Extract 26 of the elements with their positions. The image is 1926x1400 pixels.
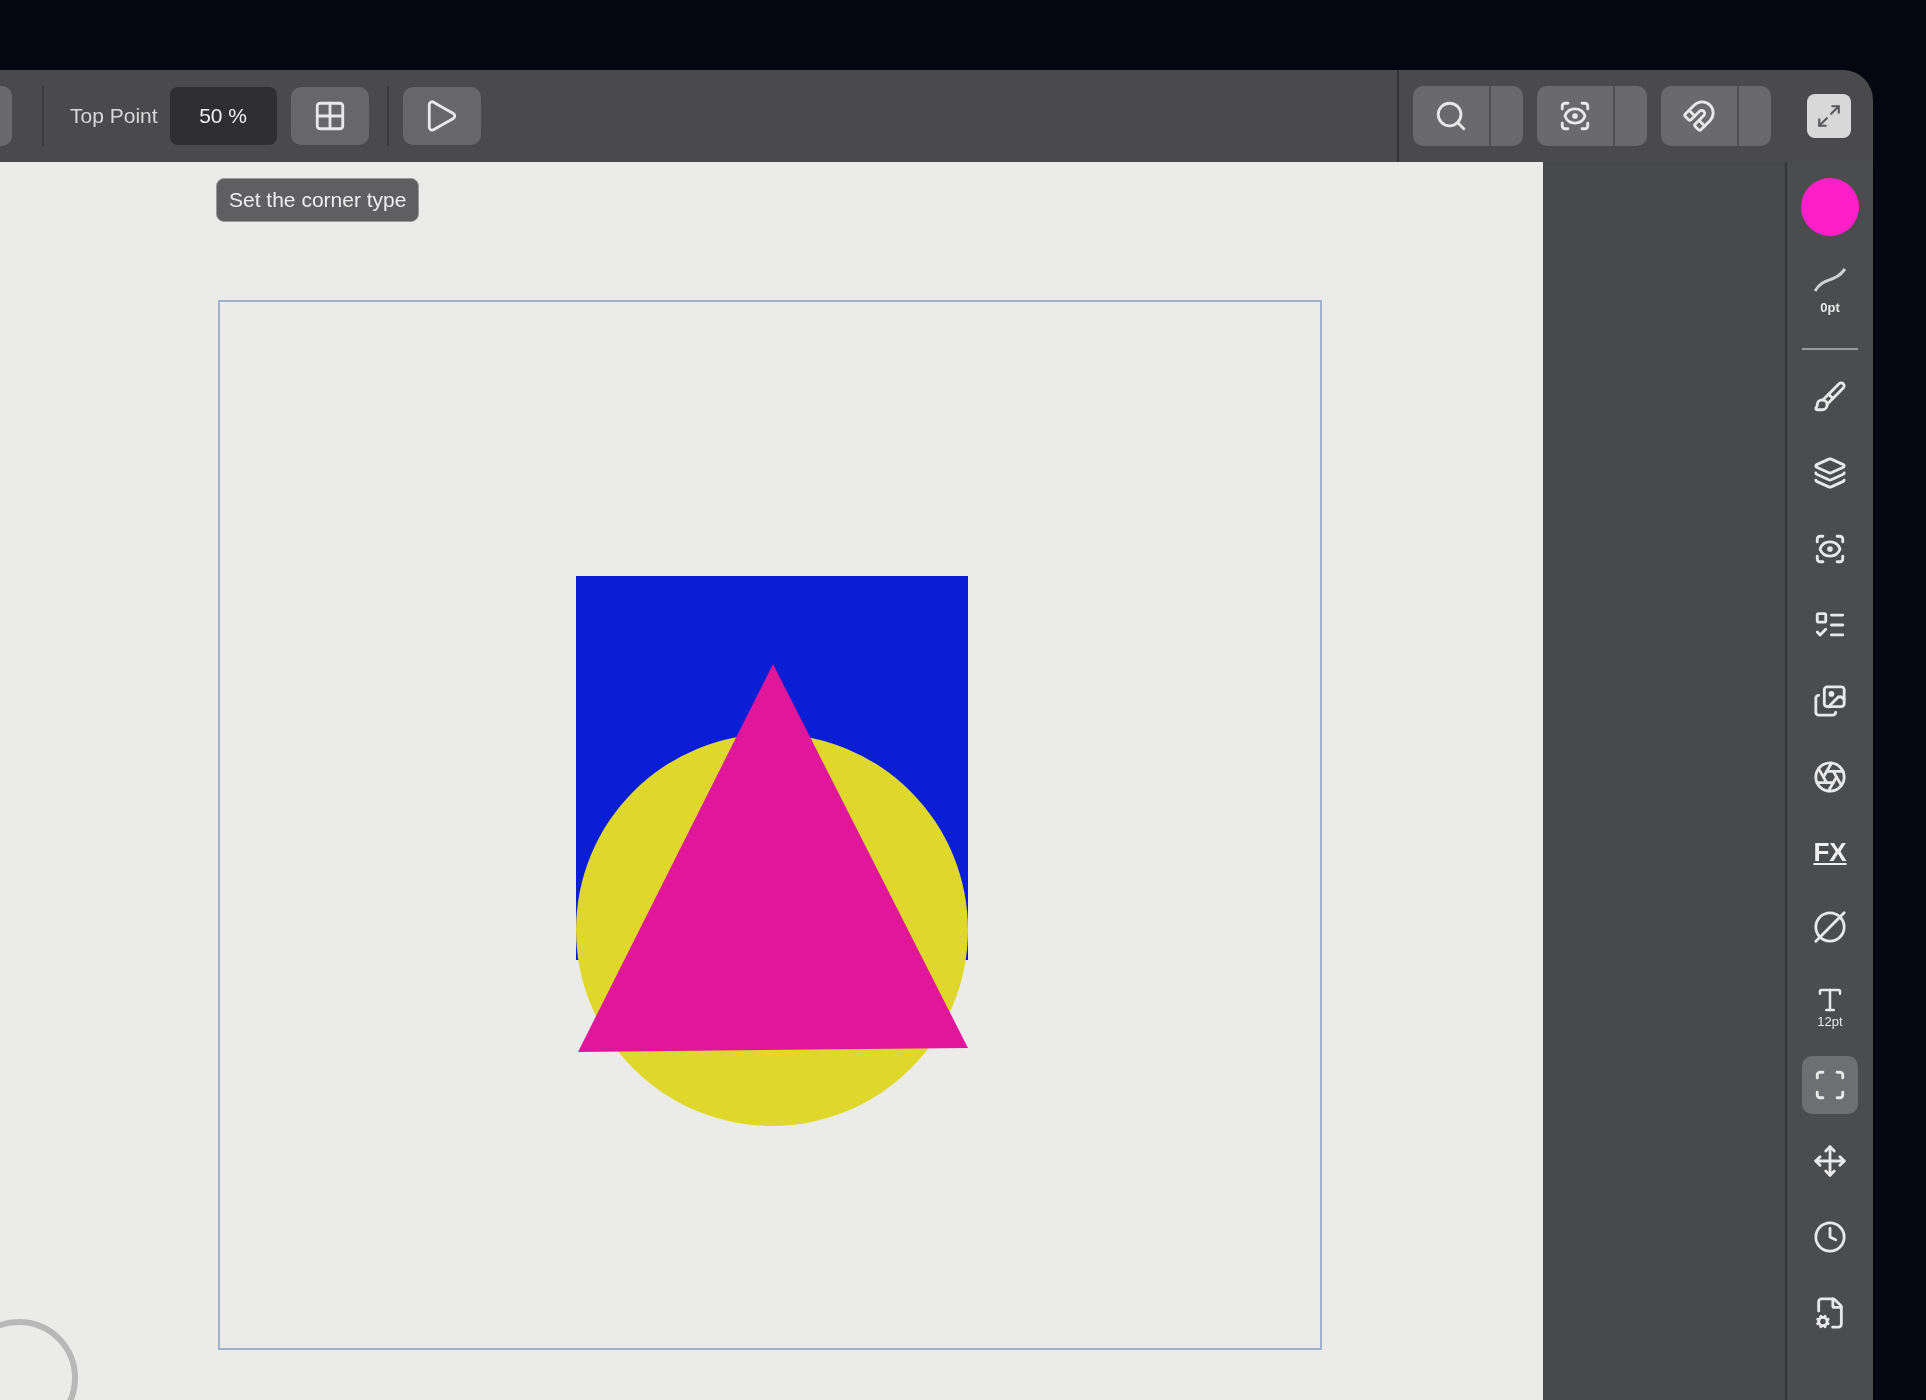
toolbar-button[interactable] xyxy=(402,87,481,145)
stroke-width-button[interactable]: 0pt xyxy=(1802,254,1858,330)
effects-button[interactable]: FX xyxy=(1802,824,1858,880)
image-icon xyxy=(1813,684,1847,718)
field-label: Top Point xyxy=(70,103,158,130)
aperture-icon xyxy=(1813,760,1847,794)
move-icon xyxy=(1813,1144,1847,1178)
expand-icon xyxy=(1816,103,1842,129)
fullscreen-button[interactable] xyxy=(1807,94,1851,138)
value-field[interactable]: 50 % xyxy=(169,87,277,145)
toolbar-menu-button[interactable] xyxy=(1537,86,1647,146)
brush-icon xyxy=(1813,380,1847,414)
sidebar-tool-button[interactable] xyxy=(1802,1056,1858,1114)
text-size-button[interactable]: 12pt xyxy=(1802,974,1858,1038)
view-icon xyxy=(1558,99,1592,133)
layers-icon xyxy=(1813,456,1847,490)
transform-icon xyxy=(1813,1068,1847,1102)
toolbar-menu-button[interactable] xyxy=(1413,86,1523,146)
eye-frame-icon xyxy=(1813,532,1847,566)
tooltip: Set the corner type xyxy=(216,178,420,222)
search-icon xyxy=(1434,99,1468,133)
magnet-icon xyxy=(1682,99,1716,133)
toolbar-button[interactable] xyxy=(290,87,369,145)
toolbar-menu-button[interactable] xyxy=(1661,86,1771,146)
clock-icon xyxy=(1813,1220,1847,1254)
color-swatch[interactable] xyxy=(1801,178,1859,236)
